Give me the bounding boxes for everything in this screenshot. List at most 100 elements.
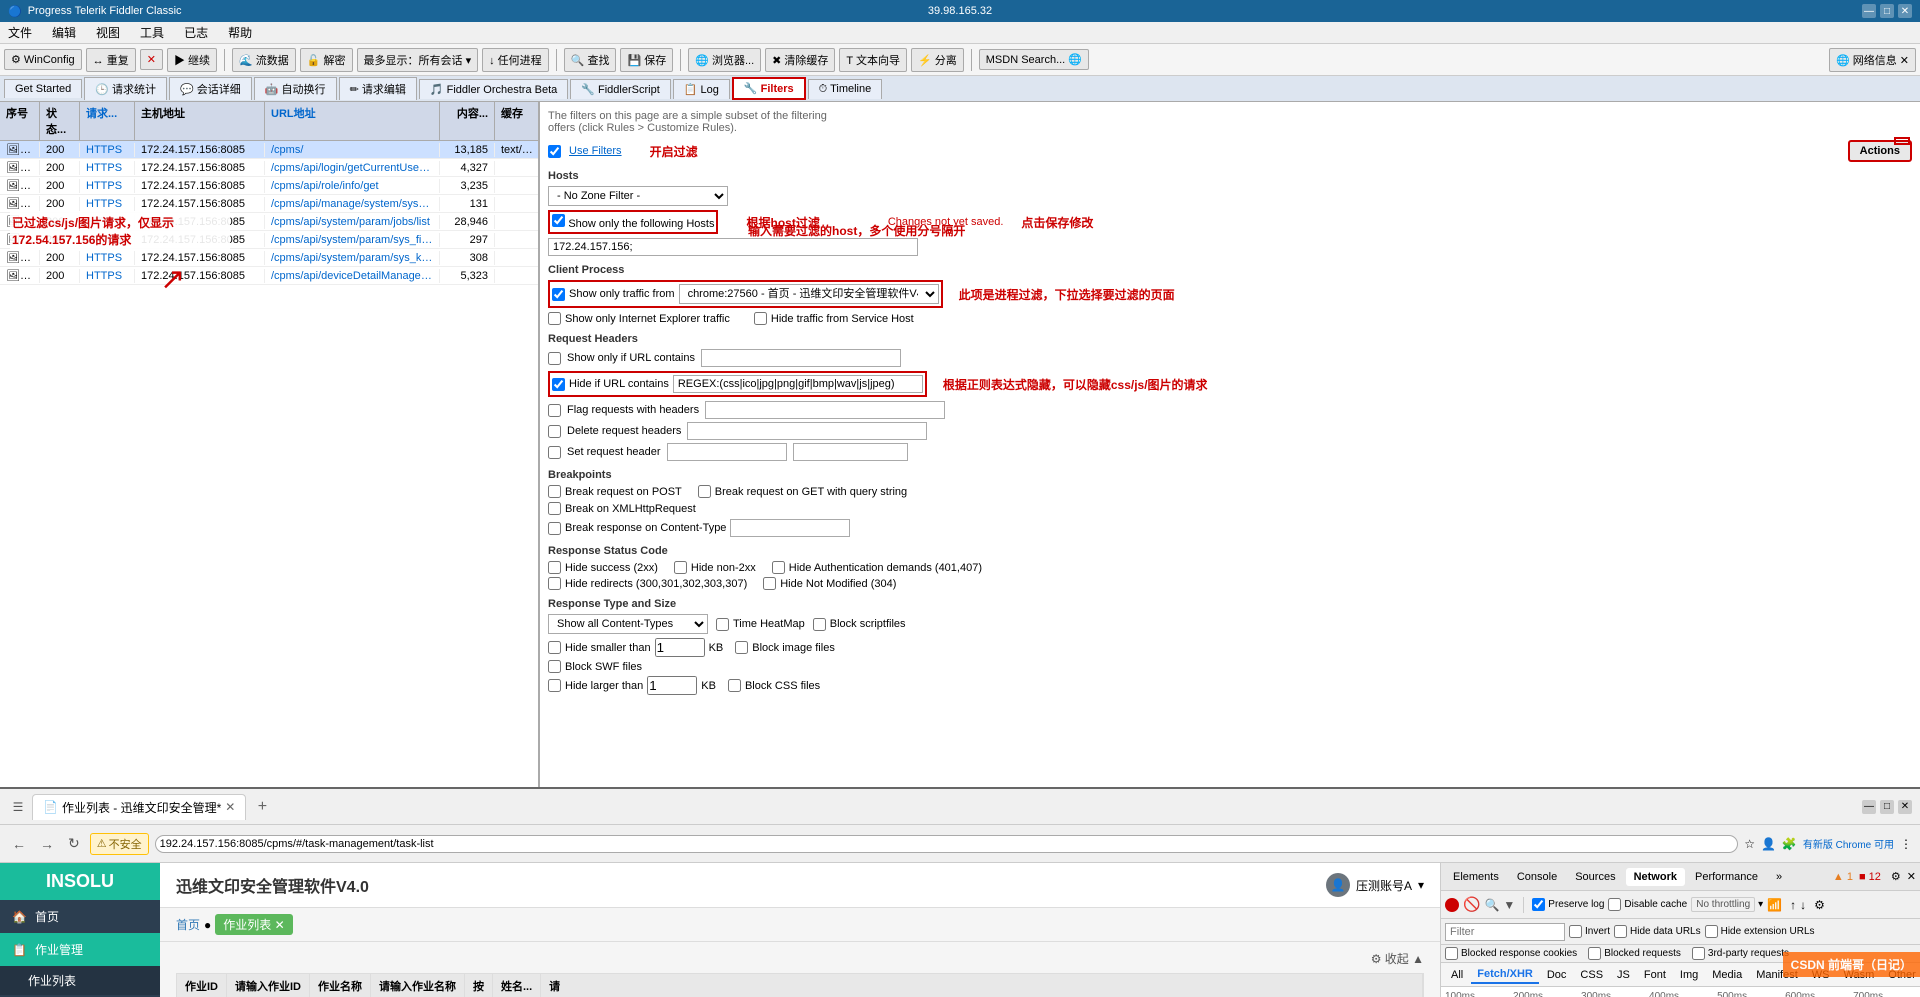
tab-session-detail[interactable]: 💬 会话详细 <box>169 77 252 100</box>
devtools-net-tab-js[interactable]: JS <box>1611 967 1636 983</box>
bookmark-icon[interactable]: ☆ <box>1744 837 1755 851</box>
sidebar-item-job-list[interactable]: 作业列表 <box>0 966 160 995</box>
find-btn[interactable]: 🔍 查找 <box>564 48 617 72</box>
browser-menu-btn[interactable]: ☰ <box>8 800 28 814</box>
search-devtools-btn[interactable]: 🔍 <box>1484 898 1499 912</box>
browser-close-btn[interactable]: ✕ <box>1898 800 1912 814</box>
flag-headers-input[interactable] <box>705 401 945 419</box>
blocked-requests-checkbox[interactable] <box>1588 947 1601 960</box>
session-row[interactable]: 🖼 239 200 HTTPS 172.24.157.156:8085 /cpm… <box>0 141 538 159</box>
stream-btn[interactable]: 🌊 流数据 <box>232 48 296 72</box>
session-row[interactable]: 🖼 270 200 HTTPS 172.24.157.156:8085 /cpm… <box>0 177 538 195</box>
tab-get-started[interactable]: Get Started <box>4 79 82 98</box>
host-filter-input[interactable] <box>548 238 918 256</box>
flag-headers-checkbox[interactable] <box>548 404 561 417</box>
extensions-icon[interactable]: 🧩 <box>1782 837 1797 851</box>
hide-redirects-checkbox[interactable] <box>548 577 561 590</box>
anyprocess-btn[interactable]: ↓ 任何进程 <box>482 48 549 72</box>
repeat-btn[interactable]: ↔ 重复 <box>86 48 136 72</box>
maxsessions-btn[interactable]: 最多显示：所有会话 ▾ <box>357 48 479 72</box>
devtools-net-tab-css[interactable]: CSS <box>1574 967 1609 983</box>
tab-timeline[interactable]: ⏱ Timeline <box>808 79 883 99</box>
devtools-tab-sources[interactable]: Sources <box>1567 868 1623 886</box>
forward-btn[interactable]: → <box>36 832 58 856</box>
tab-filters[interactable]: 🔧 Filters <box>732 77 806 100</box>
minimize-btn[interactable]: — <box>1862 4 1876 18</box>
break-content-checkbox[interactable] <box>548 522 561 535</box>
hide-service-checkbox[interactable] <box>754 312 767 325</box>
tab-log[interactable]: 📋 Log <box>673 79 730 99</box>
hide-url-checkbox[interactable] <box>552 378 565 391</box>
browser-minimize-btn[interactable]: — <box>1862 800 1876 814</box>
devtools-net-tab-doc[interactable]: Doc <box>1541 967 1573 983</box>
third-party-checkbox[interactable] <box>1692 947 1705 960</box>
split-btn[interactable]: ⚡ 分离 <box>911 48 964 72</box>
network-info-btn[interactable]: 🌐 网络信息 ✕ <box>1829 48 1916 72</box>
remove-btn[interactable]: ✕ <box>140 49 163 70</box>
continue-btn[interactable]: ▶ 继续 <box>167 48 217 72</box>
devtools-tab-performance[interactable]: Performance <box>1687 868 1766 886</box>
block-scripts-checkbox[interactable] <box>813 618 826 631</box>
save-btn[interactable]: 💾 保存 <box>620 48 673 72</box>
devtools-filter-input[interactable] <box>1445 923 1565 941</box>
hide-not-modified-checkbox[interactable] <box>763 577 776 590</box>
clear-cache-btn[interactable]: ✖ 清除缓存 <box>765 48 835 72</box>
tab-request-edit[interactable]: ✏ 请求编辑 <box>339 77 417 100</box>
refresh-btn[interactable]: ↻ <box>64 831 84 856</box>
break-content-input[interactable] <box>730 519 850 537</box>
tab-auto-wrap[interactable]: 🤖 自动换行 <box>254 77 337 100</box>
set-header-value-input[interactable] <box>793 443 908 461</box>
time-heatmap-checkbox[interactable] <box>716 618 729 631</box>
session-row[interactable]: 🖼 279 200 HTTPS 172.24.157.156:8085 /cpm… <box>0 267 538 285</box>
zone-filter-select[interactable]: - No Zone Filter - <box>548 186 728 206</box>
browser-maximize-btn[interactable]: □ <box>1880 800 1894 814</box>
break-xml-checkbox[interactable] <box>548 502 561 515</box>
text-wizard-btn[interactable]: T 文本向导 <box>839 48 907 72</box>
back-btn[interactable]: ← <box>8 832 30 856</box>
record-btn[interactable] <box>1445 898 1459 912</box>
address-bar-input[interactable] <box>155 835 1739 853</box>
browser-btn[interactable]: 🌐 浏览器... <box>688 48 761 72</box>
session-row[interactable]: 🖼 273 200 HTTPS 172.24.157.156:8085 /cpm… <box>0 195 538 213</box>
tab-fiddlerscript[interactable]: 🔧 FiddlerScript <box>570 79 671 99</box>
decrypt-btn[interactable]: 🔓 解密 <box>300 48 353 72</box>
devtools-tab-elements[interactable]: Elements <box>1445 868 1507 886</box>
hide-success-checkbox[interactable] <box>548 561 561 574</box>
break-post-checkbox[interactable] <box>548 485 561 498</box>
devtools-net-tab-all[interactable]: All <box>1445 967 1469 983</box>
menu-edit[interactable]: 编辑 <box>48 22 80 43</box>
clear-btn[interactable]: 🚫 <box>1463 896 1480 913</box>
set-header-name-input[interactable] <box>667 443 787 461</box>
break-get-checkbox[interactable] <box>698 485 711 498</box>
hide-larger-input[interactable] <box>647 676 697 695</box>
show-only-hosts-checkbox[interactable] <box>552 214 565 227</box>
collapse-icon[interactable]: ⚙ 收起 ▲ <box>1371 950 1424 967</box>
menu-view[interactable]: 视图 <box>92 22 124 43</box>
show-only-url-checkbox[interactable] <box>548 352 561 365</box>
delete-headers-checkbox[interactable] <box>548 425 561 438</box>
browser-tab-close-btn[interactable]: ✕ <box>225 800 235 814</box>
devtools-tab-console[interactable]: Console <box>1509 868 1565 886</box>
invert-checkbox[interactable] <box>1569 925 1582 938</box>
set-header-checkbox[interactable] <box>548 446 561 459</box>
traffic-from-select[interactable]: chrome:27560 - 首页 - 迅维文印安全管理软件V4.0 - Goo… <box>679 284 939 304</box>
show-ie-checkbox[interactable] <box>548 312 561 325</box>
close-btn[interactable]: ✕ <box>1898 4 1912 18</box>
hide-extension-urls-checkbox[interactable] <box>1705 925 1718 938</box>
hide-smaller-input[interactable] <box>655 638 705 657</box>
throttling-label[interactable]: No throttling <box>1691 897 1755 912</box>
hide-larger-checkbox[interactable] <box>548 679 561 692</box>
block-images-checkbox[interactable] <box>735 641 748 654</box>
filter-devtools-btn[interactable]: ▼ <box>1503 898 1515 912</box>
devtools-settings-icon[interactable]: ⚙ <box>1814 898 1825 912</box>
show-only-url-input[interactable] <box>701 349 901 367</box>
maximize-btn[interactable]: □ <box>1880 4 1894 18</box>
msdn-search-btn[interactable]: MSDN Search... 🌐 <box>979 49 1089 70</box>
hide-non2xx-checkbox[interactable] <box>674 561 687 574</box>
menu-log[interactable]: 已志 <box>180 22 212 43</box>
devtools-close-btn[interactable]: ✕ <box>1907 870 1916 883</box>
devtools-more-tabs[interactable]: » <box>1768 868 1790 886</box>
block-swf-checkbox[interactable] <box>548 660 561 673</box>
devtools-net-tab-font[interactable]: Font <box>1638 967 1672 983</box>
delete-headers-input[interactable] <box>687 422 927 440</box>
